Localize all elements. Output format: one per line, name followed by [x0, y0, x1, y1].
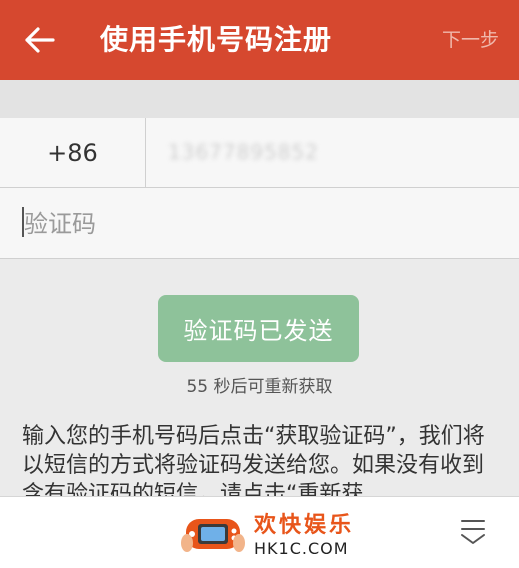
app-bar: 使用手机号码注册 下一步: [0, 0, 519, 80]
phone-row: +86 13677895852: [0, 118, 519, 188]
logo-text-en: HK1C.COM: [254, 539, 349, 558]
verify-code-input[interactable]: [22, 188, 496, 260]
collapse-arrow-icon[interactable]: [457, 515, 489, 547]
bottom-bar: 欢快娱乐 HK1C.COM: [0, 496, 519, 568]
next-step-button[interactable]: 下一步: [442, 24, 499, 56]
spacer-band: [0, 80, 519, 119]
back-button[interactable]: [18, 20, 62, 60]
send-code-button[interactable]: 验证码已发送: [158, 295, 359, 362]
arrow-left-icon: [25, 27, 55, 53]
logo-text-cn: 欢快娱乐: [254, 513, 355, 538]
page-title: 使用手机号码注册: [100, 23, 333, 56]
gamepad-logo-icon: [181, 519, 245, 552]
resend-countdown: 55 秒后可重新获取: [186, 377, 333, 397]
verify-code-row: [0, 188, 519, 260]
country-code-selector[interactable]: +86: [0, 118, 146, 187]
text-caret: [22, 207, 24, 237]
phone-number-field[interactable]: 13677895852: [168, 118, 319, 187]
